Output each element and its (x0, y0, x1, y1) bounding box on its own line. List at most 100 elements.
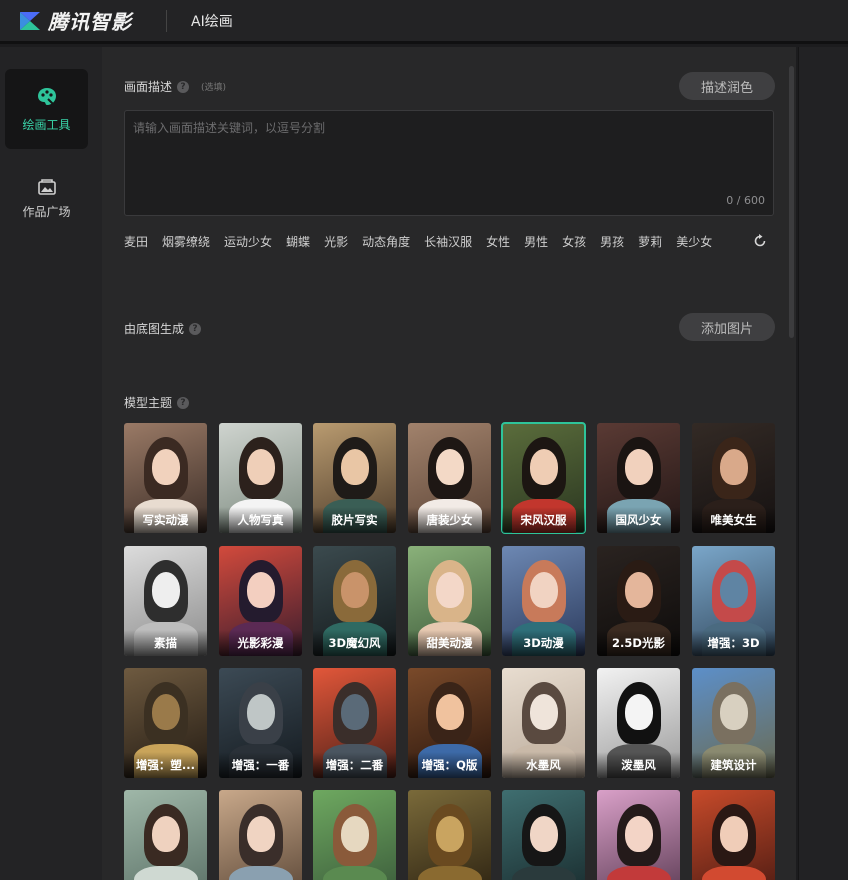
model-card[interactable]: 唯美女生 (692, 423, 775, 533)
model-card-label: 国风少女 (597, 507, 680, 533)
model-card-label: 增强：塑... (124, 752, 207, 778)
model-thumbnail (502, 790, 585, 880)
gallery-icon (37, 178, 56, 195)
brand-logo[interactable]: 腾讯智影 (18, 6, 132, 35)
scrollbar-thumb[interactable] (789, 66, 794, 338)
top-header: 腾讯智影 AI绘画 (0, 0, 848, 44)
model-card[interactable] (313, 790, 396, 880)
model-card-label: 水墨风 (502, 752, 585, 778)
model-card[interactable]: 光影彩漫 (219, 546, 302, 656)
model-card-label: 增强：3D (692, 630, 775, 656)
model-card[interactable]: 唐装少女 (408, 423, 491, 533)
keyword-tag[interactable]: 蝴蝶 (286, 233, 310, 250)
right-panel (798, 47, 848, 880)
keyword-tag[interactable]: 女孩 (562, 233, 586, 250)
model-card[interactable]: 3D动漫 (502, 546, 585, 656)
model-card[interactable]: 胶片写实 (313, 423, 396, 533)
char-counter: 0 / 600 (726, 194, 765, 207)
model-card[interactable]: 增强：塑... (124, 668, 207, 778)
model-card-label: 写实动漫 (124, 507, 207, 533)
model-card[interactable] (597, 790, 680, 880)
model-theme-label-row: 模型主题 ? (124, 394, 190, 411)
polish-description-button[interactable]: 描述润色 (679, 72, 775, 100)
sidebar-item-works-gallery[interactable]: 作品广场 (5, 159, 88, 239)
model-card-label: 宋风汉服 (502, 507, 585, 533)
description-label: 画面描述 (124, 80, 173, 94)
model-card[interactable]: 增强：Q版 (408, 668, 491, 778)
model-thumbnail (219, 790, 302, 880)
model-thumbnail (408, 790, 491, 880)
model-thumbnail (124, 790, 207, 880)
model-card-label: 2.5D光影 (597, 630, 680, 656)
sidebar-item-label: 作品广场 (22, 204, 71, 219)
model-card[interactable]: 宋风汉服 (501, 422, 586, 534)
model-card-label: 光影彩漫 (219, 630, 302, 656)
model-card[interactable]: 增强：一番 (219, 668, 302, 778)
model-card[interactable]: 国风少女 (597, 423, 680, 533)
base-image-label-row: 由底图生成 ? (124, 320, 202, 337)
model-thumbnail (597, 790, 680, 880)
model-card[interactable]: 水墨风 (502, 668, 585, 778)
model-card-label: 胶片写实 (313, 507, 396, 533)
description-label-row: 画面描述 ? (选填) (124, 78, 226, 95)
model-card[interactable]: 3D魔幻风 (313, 546, 396, 656)
keyword-tag[interactable]: 麦田 (124, 233, 148, 250)
keyword-tag[interactable]: 动态角度 (362, 233, 410, 250)
keyword-tag[interactable]: 美少女 (676, 233, 712, 250)
keyword-tag[interactable]: 烟雾缭绕 (162, 233, 210, 250)
left-sidebar: 绘画工具 作品广场 (0, 47, 102, 880)
model-card-label: 唯美女生 (692, 507, 775, 533)
model-card-label: 唐装少女 (408, 507, 491, 533)
help-icon[interactable]: ? (177, 396, 190, 409)
model-card-label: 甜美动漫 (408, 630, 491, 656)
model-card[interactable] (502, 790, 585, 880)
refresh-icon[interactable] (753, 234, 767, 248)
description-input[interactable] (125, 111, 773, 215)
model-card[interactable] (219, 790, 302, 880)
model-card[interactable]: 增强：3D (692, 546, 775, 656)
description-box: 0 / 600 (124, 110, 774, 216)
keyword-tag[interactable]: 光影 (324, 233, 348, 250)
add-image-button[interactable]: 添加图片 (679, 313, 775, 341)
model-card[interactable] (124, 790, 207, 880)
header-divider (166, 9, 167, 32)
base-image-label: 由底图生成 (124, 322, 185, 336)
model-card[interactable] (692, 790, 775, 880)
model-card-label: 素描 (124, 630, 207, 656)
keyword-tag[interactable]: 运动少女 (224, 233, 272, 250)
keyword-tag[interactable]: 萝莉 (638, 233, 662, 250)
model-card-label: 增强：一番 (219, 752, 302, 778)
model-card[interactable]: 甜美动漫 (408, 546, 491, 656)
keyword-tags: 麦田 烟雾缭绕 运动少女 蝴蝶 光影 动态角度 长袖汉服 女性 男性 女孩 男孩 萝莉 美少女 (124, 233, 726, 249)
model-card[interactable]: 泼墨风 (597, 668, 680, 778)
model-card-label: 人物写真 (219, 507, 302, 533)
keyword-tag[interactable]: 长袖汉服 (424, 233, 472, 250)
help-icon[interactable]: ? (189, 322, 202, 335)
model-card[interactable] (408, 790, 491, 880)
model-theme-label: 模型主题 (124, 396, 173, 410)
model-card[interactable]: 2.5D光影 (597, 546, 680, 656)
palette-icon (37, 87, 56, 107)
model-card-label: 3D魔幻风 (313, 630, 396, 656)
optional-hint: (选填) (201, 83, 227, 93)
model-card-label: 建筑设计 (692, 752, 775, 778)
logo-icon (20, 11, 40, 30)
model-card[interactable]: 建筑设计 (692, 668, 775, 778)
help-icon[interactable]: ? (177, 80, 190, 93)
model-thumbnail (692, 790, 775, 880)
model-card-label: 泼墨风 (597, 752, 680, 778)
keyword-tag[interactable]: 男孩 (600, 233, 624, 250)
brand-name: 腾讯智影 (48, 10, 132, 34)
model-card[interactable]: 写实动漫 (124, 423, 207, 533)
keyword-tag[interactable]: 男性 (524, 233, 548, 250)
model-card[interactable]: 增强：二番 (313, 668, 396, 778)
model-card-label: 3D动漫 (502, 630, 585, 656)
model-card[interactable]: 人物写真 (219, 423, 302, 533)
model-thumbnail (313, 790, 396, 880)
page-title: AI绘画 (191, 13, 233, 30)
keyword-tag[interactable]: 女性 (486, 233, 510, 250)
model-card-label: 增强：Q版 (408, 752, 491, 778)
sidebar-item-drawing-tools[interactable]: 绘画工具 (5, 69, 88, 149)
model-card-label: 增强：二番 (313, 752, 396, 778)
model-card[interactable]: 素描 (124, 546, 207, 656)
